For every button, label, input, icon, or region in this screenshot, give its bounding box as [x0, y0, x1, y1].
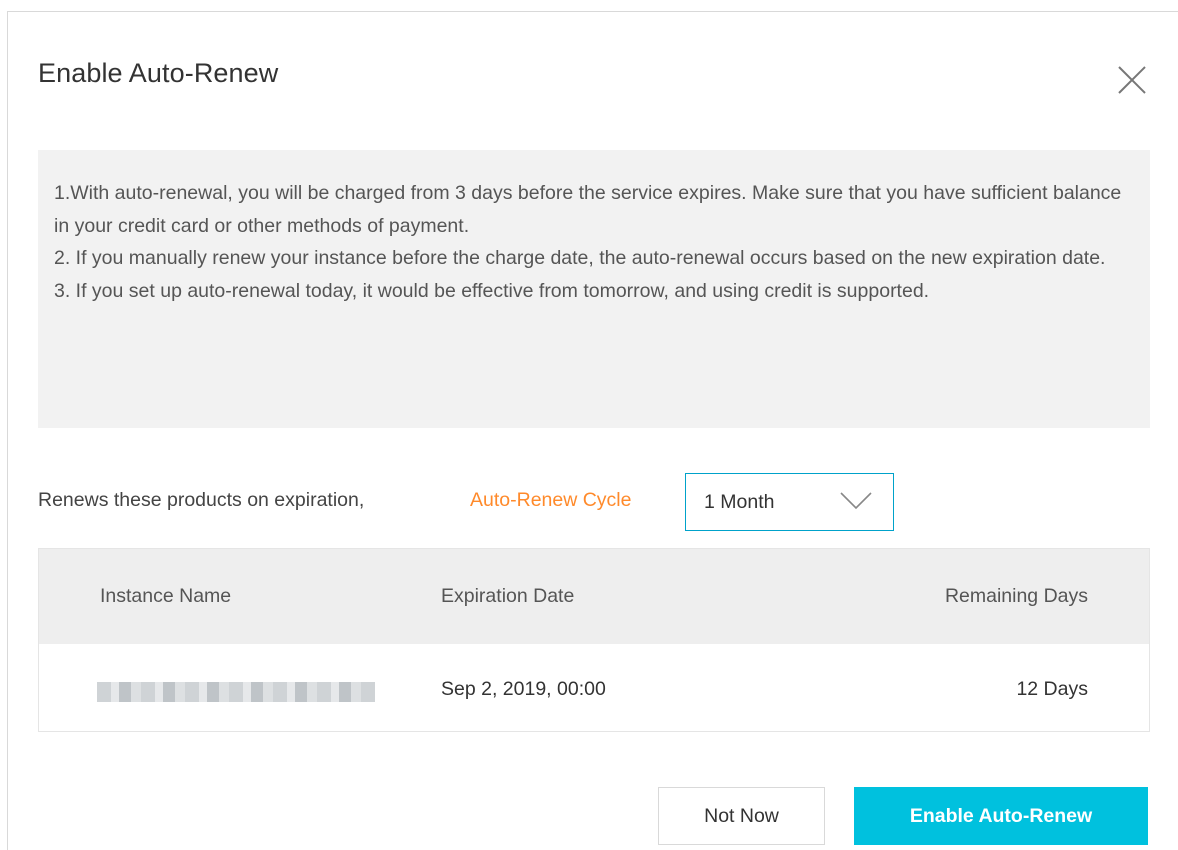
column-header-instance-name: Instance Name [100, 585, 232, 607]
renew-cycle-select[interactable]: 1 Month [685, 473, 894, 531]
auto-renew-cycle-label: Auto-Renew Cycle [470, 489, 632, 511]
column-header-expiration-date: Expiration Date [441, 585, 575, 607]
renew-cycle-row: Renews these products on expiration, Aut… [38, 473, 938, 531]
expiration-date-cell: Sep 2, 2019, 00:00 [441, 678, 606, 700]
enable-auto-renew-button[interactable]: Enable Auto-Renew [854, 787, 1148, 845]
close-icon[interactable] [1113, 61, 1151, 99]
not-now-button[interactable]: Not Now [658, 787, 825, 845]
auto-renew-notice: 1.With auto-renewal, you will be charged… [38, 150, 1150, 428]
notice-line-1: 1.With auto-renewal, you will be charged… [54, 182, 1122, 237]
notice-line-2: 2. If you manually renew your instance b… [54, 247, 1106, 269]
chevron-down-icon [840, 492, 872, 510]
table-header-row: Instance Name Expiration Date Remaining … [39, 549, 1149, 644]
renew-cycle-selected-value: 1 Month [704, 491, 775, 513]
instance-name-redacted [97, 682, 375, 702]
table-row: Sep 2, 2019, 00:00 12 Days [39, 644, 1149, 732]
dialog-title: Enable Auto-Renew [38, 58, 279, 88]
notice-line-3: 3. If you set up auto-renewal today, it … [54, 279, 930, 302]
remaining-days-cell: 12 Days [1016, 678, 1088, 700]
renew-cycle-description: Renews these products on expiration, [38, 489, 365, 511]
auto-renew-dialog: Enable Auto-Renew 1.With auto-renewal, y… [7, 11, 1178, 850]
column-header-remaining-days: Remaining Days [944, 585, 1088, 607]
instance-table: Instance Name Expiration Date Remaining … [38, 548, 1150, 732]
